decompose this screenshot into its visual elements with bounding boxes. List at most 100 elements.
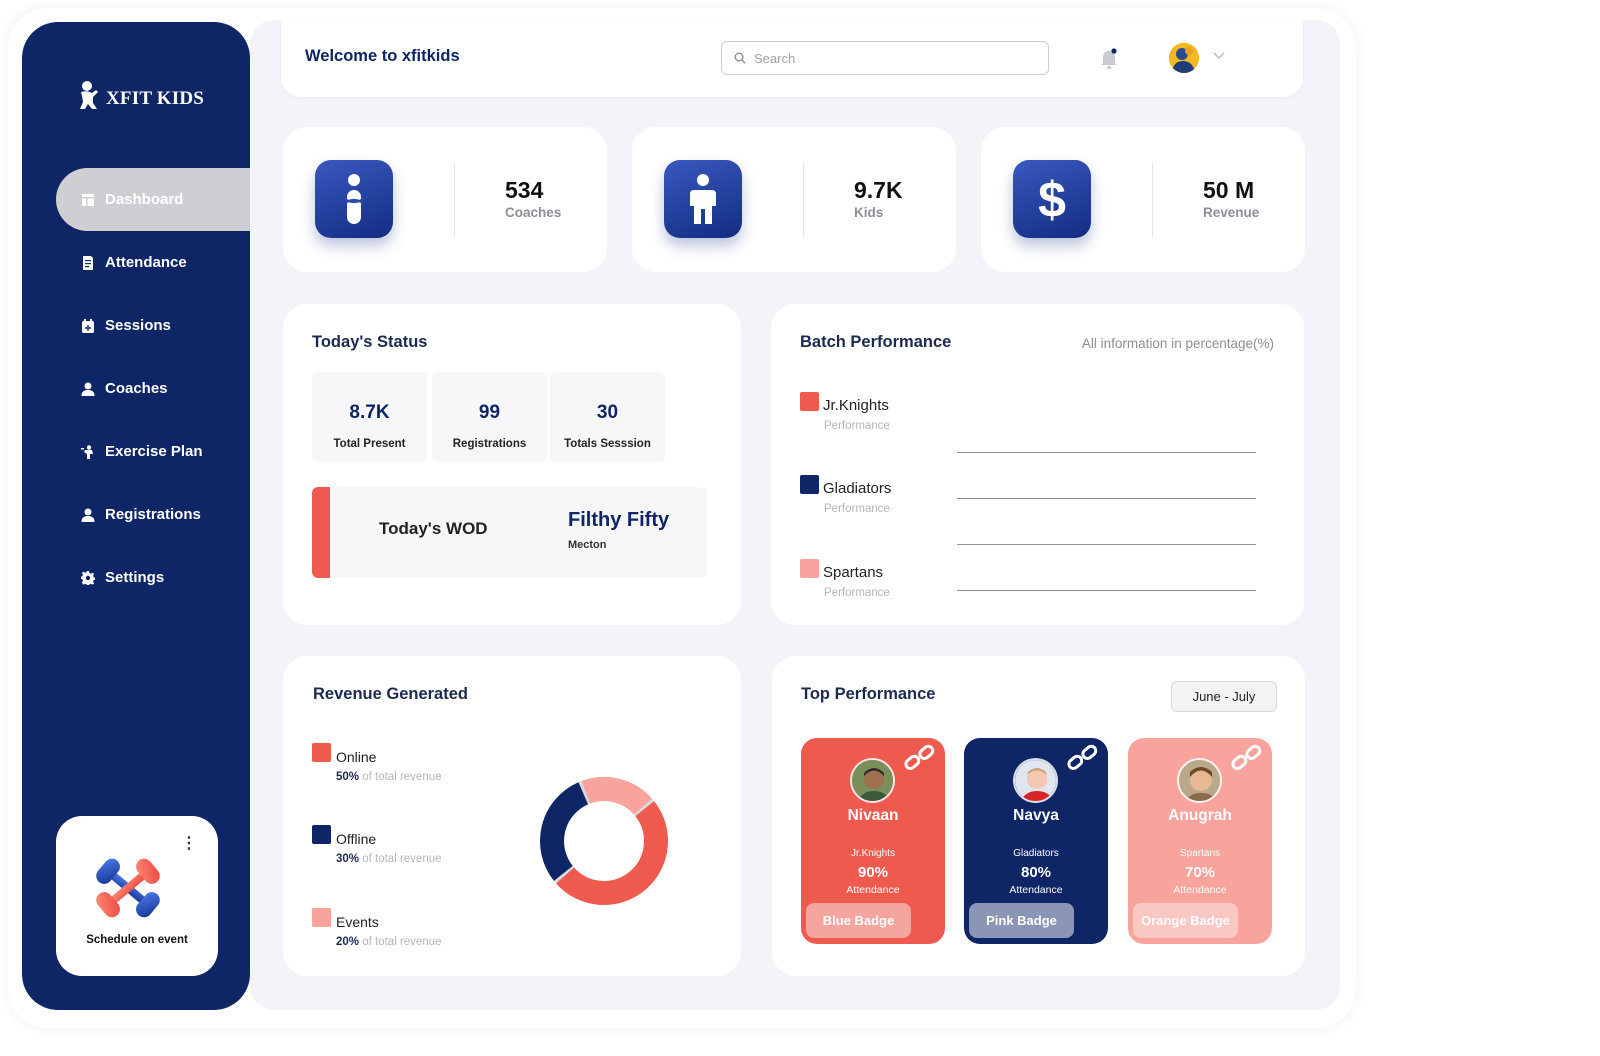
stat-card-revenue: $ 50 M Revenue bbox=[981, 127, 1305, 272]
sidebar-item-label: Sessions bbox=[105, 317, 171, 334]
performer-team: Jr.Knights bbox=[851, 848, 895, 859]
sidebar-item-sessions[interactable]: Sessions bbox=[56, 294, 250, 357]
calendar-plus-icon bbox=[82, 318, 94, 333]
batch-name: Gladiators bbox=[823, 480, 892, 497]
schedule-event-label: Schedule on event bbox=[86, 934, 188, 946]
sidebar-item-settings[interactable]: Settings bbox=[56, 546, 250, 609]
performer-card-navya[interactable]: Navya Gladiators 80% Attendance Pink Bad… bbox=[964, 738, 1108, 944]
metric-value: 8.7K bbox=[349, 402, 390, 423]
revenue-pct: 30% bbox=[336, 853, 360, 865]
legend-swatch bbox=[312, 825, 331, 844]
gridline bbox=[957, 544, 1256, 545]
legend-swatch bbox=[800, 392, 819, 411]
sidebar-item-dashboard[interactable]: Dashboard bbox=[56, 168, 250, 231]
gear-icon bbox=[81, 570, 95, 585]
stat-label: Revenue bbox=[1203, 205, 1260, 220]
dollar-icon: $ bbox=[1013, 160, 1091, 238]
chain-link-icon bbox=[904, 744, 935, 770]
avatar bbox=[1177, 758, 1222, 803]
chevron-down-icon[interactable] bbox=[1213, 52, 1225, 60]
header-bar: Welcome to xfitkids bbox=[281, 18, 1303, 97]
metric-label: Totals Sesssion bbox=[564, 438, 651, 450]
batch-sub: Performance bbox=[824, 420, 890, 432]
sidebar-item-registrations[interactable]: Registrations bbox=[56, 483, 250, 546]
notification-bell-icon[interactable] bbox=[1099, 48, 1119, 70]
revenue-donut-chart bbox=[540, 777, 668, 905]
revenue-suffix: of total revenue bbox=[362, 853, 442, 865]
wod-name: Filthy Fifty bbox=[568, 509, 670, 531]
performer-card-anugrah[interactable]: Anugrah Spartans 70% Attendance Orange B… bbox=[1128, 738, 1272, 944]
avatar bbox=[1013, 758, 1058, 803]
panel-title: Today's Status bbox=[312, 333, 428, 351]
sidebar-item-label: Attendance bbox=[105, 254, 187, 271]
performer-team: Gladiators bbox=[1013, 848, 1059, 859]
user-icon bbox=[81, 508, 95, 522]
badge-button[interactable]: Pink Badge bbox=[969, 903, 1074, 938]
clipboard-icon bbox=[83, 255, 93, 270]
stat-divider bbox=[803, 163, 804, 237]
chain-link-icon bbox=[1231, 744, 1262, 770]
sidebar-nav: Dashboard Attendance Sessions Coaches Ex… bbox=[56, 168, 250, 609]
search-input[interactable] bbox=[754, 50, 1034, 66]
stat-value: 9.7K bbox=[854, 177, 903, 203]
gridline bbox=[957, 452, 1256, 453]
more-options-icon[interactable]: ⋮ bbox=[181, 836, 197, 852]
coach-icon bbox=[315, 160, 393, 238]
revenue-name: Offline bbox=[336, 831, 377, 847]
sidebar-item-label: Exercise Plan bbox=[105, 443, 203, 460]
batch-name: Spartans bbox=[823, 564, 884, 581]
performer-name: Nivaan bbox=[847, 807, 899, 824]
badge-button[interactable]: Orange Badge bbox=[1133, 903, 1238, 938]
revenue-share: 50% of total revenue bbox=[336, 771, 442, 783]
stat-value: 50 M bbox=[1203, 177, 1255, 203]
sidebar-item-exercise-plan[interactable]: Exercise Plan bbox=[56, 420, 250, 483]
exercise-icon bbox=[81, 444, 93, 459]
performer-attendance-label: Attendance bbox=[1009, 884, 1063, 896]
stat-card-kids: 9.7K Kids bbox=[632, 127, 956, 272]
performer-card-nivaan[interactable]: Nivaan Jr.Knights 90% Attendance Blue Ba… bbox=[801, 738, 945, 944]
percentage-note: All information in percentage(%) bbox=[1081, 336, 1274, 351]
svg-text:$: $ bbox=[1038, 173, 1066, 225]
metric-registrations: 99 Registrations bbox=[432, 372, 547, 462]
sidebar-item-attendance[interactable]: Attendance bbox=[56, 231, 250, 294]
date-range-button[interactable]: June - July bbox=[1171, 681, 1277, 712]
revenue-suffix: of total revenue bbox=[362, 936, 442, 948]
metric-value: 30 bbox=[596, 402, 619, 423]
badge-button[interactable]: Blue Badge bbox=[806, 903, 911, 938]
welcome-title: Welcome to xfitkids bbox=[305, 47, 460, 65]
performer-attendance-label: Attendance bbox=[846, 884, 900, 896]
kid-logo-icon bbox=[80, 81, 98, 109]
dumbbell-icon bbox=[96, 858, 160, 918]
sidebar-item-label: Settings bbox=[105, 569, 165, 586]
kid-icon bbox=[664, 160, 742, 238]
revenue-pct: 20% bbox=[336, 936, 360, 948]
batch-performance-panel: Batch Performance All information in per… bbox=[771, 304, 1304, 625]
search-box[interactable] bbox=[721, 41, 1049, 75]
wod-label: Today's WOD bbox=[379, 519, 488, 538]
metric-value: 99 bbox=[478, 402, 501, 423]
wod-accent-bar bbox=[312, 487, 330, 578]
performer-percentage: 70% bbox=[1184, 864, 1216, 881]
brand-name: XFIT KIDS bbox=[106, 88, 205, 109]
schedule-event-card[interactable]: ⋮ Schedule on event bbox=[56, 816, 218, 976]
sidebar-item-label: Registrations bbox=[105, 506, 201, 523]
legend-swatch bbox=[312, 908, 331, 927]
sidebar-item-label: Dashboard bbox=[105, 191, 184, 208]
panel-title: Top Performance bbox=[801, 685, 936, 703]
search-icon bbox=[734, 52, 746, 64]
brand-logo[interactable]: XFIT KIDS bbox=[78, 80, 204, 110]
panel-title: Batch Performance bbox=[800, 333, 952, 351]
legend-swatch bbox=[800, 475, 819, 494]
top-performance-panel: Top Performance June - July Nivaan Jr.Kn… bbox=[772, 656, 1305, 976]
performer-name: Navya bbox=[1013, 807, 1059, 824]
user-icon bbox=[81, 382, 95, 396]
wod-subtitle: Mecton bbox=[568, 539, 607, 551]
metric-label: Registrations bbox=[452, 438, 527, 450]
user-avatar[interactable] bbox=[1169, 43, 1199, 73]
performer-team: Spartans bbox=[1179, 848, 1221, 859]
metric-total-present: 8.7K Total Present bbox=[312, 372, 427, 462]
sidebar-item-coaches[interactable]: Coaches bbox=[56, 357, 250, 420]
stat-label: Coaches bbox=[505, 205, 562, 220]
wod-card[interactable]: Today's WOD Filthy Fifty Mecton bbox=[312, 487, 707, 578]
legend-swatch bbox=[312, 743, 331, 762]
